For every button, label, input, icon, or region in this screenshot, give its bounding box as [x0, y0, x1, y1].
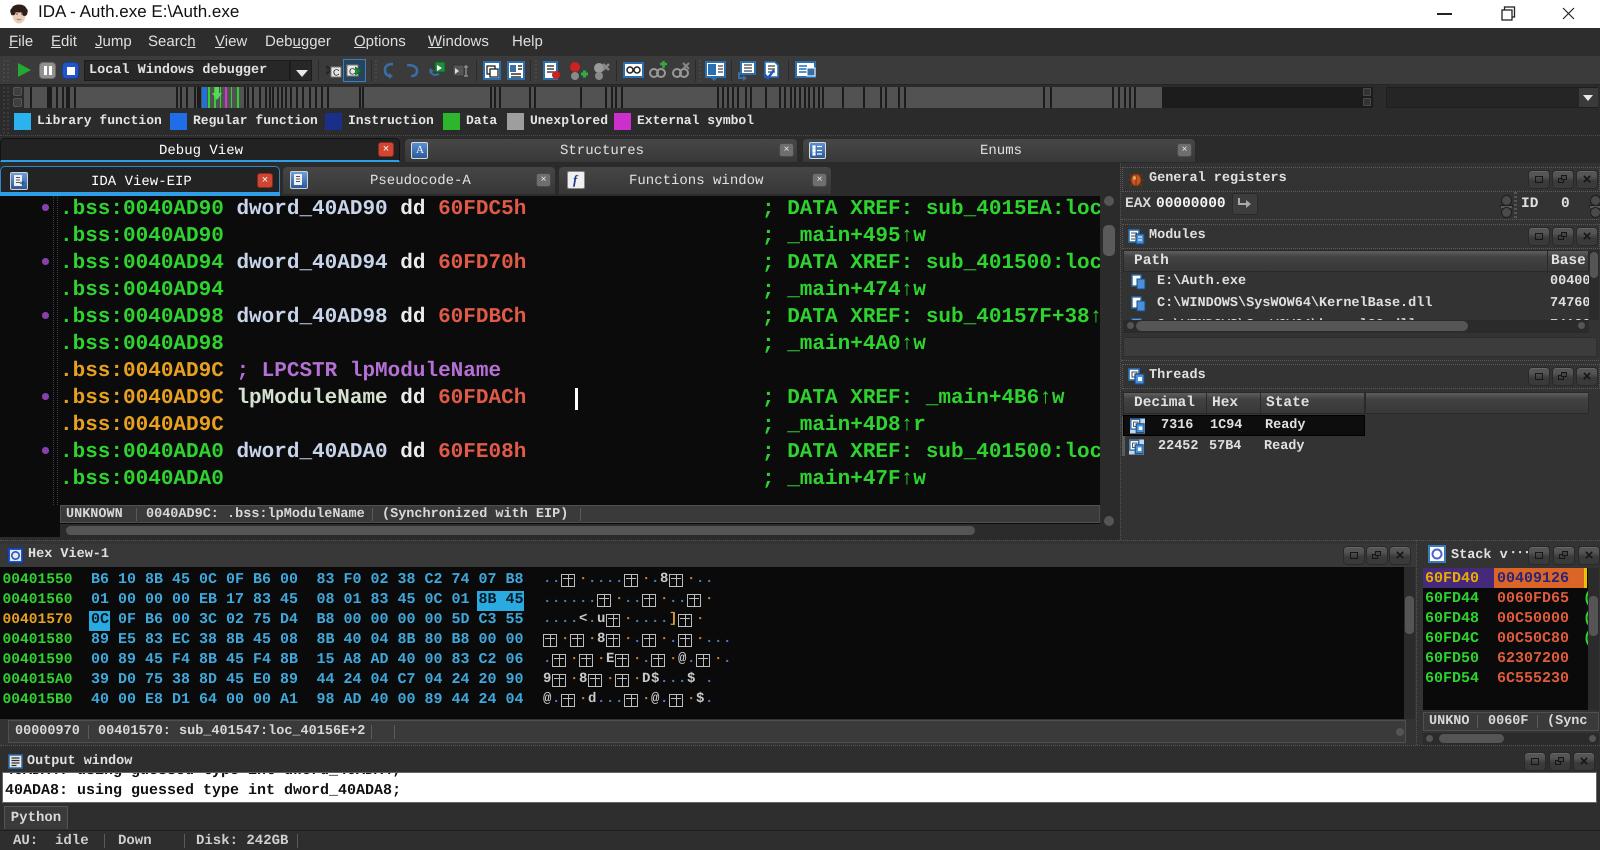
svg-text:C: C	[349, 67, 356, 77]
svg-text:C: C	[333, 68, 340, 78]
